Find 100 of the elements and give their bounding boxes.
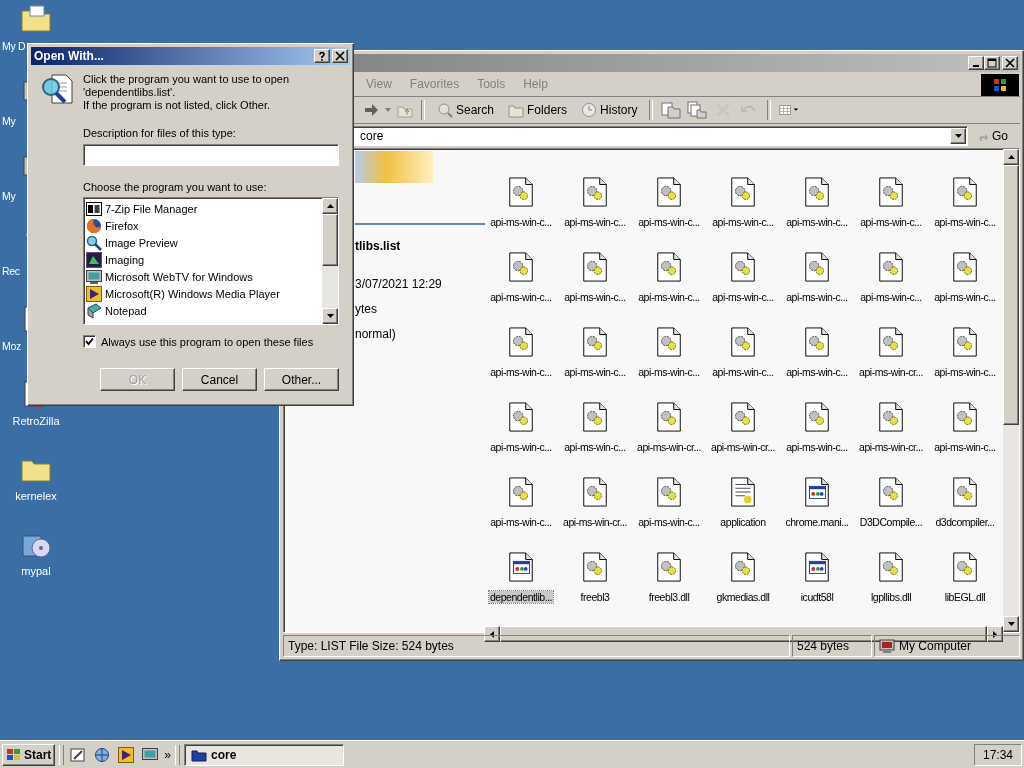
program-list-item[interactable]: Firefox bbox=[86, 217, 320, 234]
notepad-file-icon[interactable] bbox=[728, 476, 758, 508]
checkbox[interactable] bbox=[83, 335, 96, 348]
file-name-label[interactable]: api-ms-win-c... bbox=[637, 216, 701, 228]
file-name-label[interactable]: api-ms-win-c... bbox=[637, 366, 701, 378]
file-name-label[interactable]: chrome.mani... bbox=[784, 516, 850, 528]
gear-file-icon[interactable] bbox=[506, 401, 536, 433]
gear-file-icon[interactable] bbox=[950, 476, 980, 508]
gear-file-icon[interactable] bbox=[506, 251, 536, 283]
file-name-label[interactable]: api-ms-win-c... bbox=[563, 441, 627, 453]
desktop-icon-label[interactable]: Moz bbox=[0, 340, 21, 353]
file-name-label[interactable]: api-ms-win-cr... bbox=[710, 441, 776, 453]
toolbar-button[interactable]: Folders bbox=[504, 100, 572, 120]
gear-file-icon[interactable] bbox=[802, 401, 832, 433]
program-list-item[interactable]: Image Preview bbox=[86, 234, 320, 251]
file-name-label[interactable]: d3dcompiler... bbox=[934, 516, 996, 528]
go-button[interactable]: Go bbox=[972, 128, 1018, 144]
window-file-icon[interactable] bbox=[802, 551, 832, 583]
gear-file-icon[interactable] bbox=[950, 326, 980, 358]
minimize-button[interactable] bbox=[968, 56, 984, 70]
gear-file-icon[interactable] bbox=[728, 176, 758, 208]
file-name-label[interactable]: api-ms-win-cr... bbox=[858, 366, 924, 378]
file-name-label[interactable]: api-ms-win-c... bbox=[933, 291, 997, 303]
folder-icon[interactable] bbox=[20, 3, 52, 35]
file-name-label[interactable]: gkmedias.dll bbox=[715, 591, 771, 603]
program-list-item[interactable]: Microsoft WebTV for Windows bbox=[86, 268, 320, 285]
file-name-label[interactable]: lgpllibs.dll bbox=[869, 591, 913, 603]
dialog-button[interactable]: Other... bbox=[264, 368, 339, 391]
file-name-label[interactable]: api-ms-win-c... bbox=[785, 216, 849, 228]
desktop-icon-label[interactable]: My D bbox=[0, 40, 26, 53]
file-name-label[interactable]: api-ms-win-cr... bbox=[562, 516, 628, 528]
help-button[interactable] bbox=[314, 49, 330, 63]
gear-file-icon[interactable] bbox=[506, 476, 536, 508]
gear-file-icon[interactable] bbox=[654, 476, 684, 508]
dialog-button[interactable]: Cancel bbox=[182, 368, 257, 391]
gear-file-icon[interactable] bbox=[950, 551, 980, 583]
window-file-icon[interactable] bbox=[506, 551, 536, 583]
desktop-icon-label[interactable]: mypal bbox=[21, 565, 51, 578]
file-name-label[interactable]: api-ms-win-c... bbox=[637, 516, 701, 528]
file-name-label[interactable]: api-ms-win-c... bbox=[563, 366, 627, 378]
dropdown-caret-icon[interactable] bbox=[385, 108, 391, 112]
forward-arrow-icon[interactable] bbox=[363, 102, 379, 118]
gear-file-icon[interactable] bbox=[728, 551, 758, 583]
move-to-folder-icon[interactable] bbox=[661, 101, 682, 119]
file-name-label[interactable]: api-ms-win-c... bbox=[859, 291, 923, 303]
gear-file-icon[interactable] bbox=[506, 176, 536, 208]
description-field[interactable] bbox=[83, 144, 339, 166]
gear-file-icon[interactable] bbox=[654, 551, 684, 583]
window-file-icon[interactable] bbox=[802, 476, 832, 508]
file-name-label[interactable]: api-ms-win-c... bbox=[933, 216, 997, 228]
file-name-label[interactable]: api-ms-win-c... bbox=[489, 291, 553, 303]
gear-file-icon[interactable] bbox=[728, 251, 758, 283]
gear-file-icon[interactable] bbox=[580, 551, 610, 583]
scroll-thumb[interactable] bbox=[1003, 165, 1019, 425]
program-list-item[interactable]: Imaging bbox=[86, 251, 320, 268]
file-name-label[interactable]: api-ms-win-c... bbox=[711, 366, 775, 378]
gear-file-icon[interactable] bbox=[876, 401, 906, 433]
play-icon[interactable] bbox=[118, 746, 135, 763]
gear-file-icon[interactable] bbox=[950, 176, 980, 208]
file-name-label[interactable]: freebl3 bbox=[579, 591, 611, 603]
gear-file-icon[interactable] bbox=[876, 176, 906, 208]
up-arrow-icon[interactable] bbox=[326, 204, 334, 208]
file-name-label[interactable]: application bbox=[719, 516, 767, 528]
close-button[interactable] bbox=[332, 49, 348, 63]
file-name-label[interactable]: dependentlib... bbox=[488, 591, 554, 603]
left-arrow-icon[interactable] bbox=[490, 630, 494, 638]
file-name-label[interactable]: api-ms-win-c... bbox=[711, 291, 775, 303]
file-name-label[interactable]: libEGL.dll bbox=[943, 591, 987, 603]
gear-file-icon[interactable] bbox=[728, 401, 758, 433]
checkbox-label[interactable]: Always use this program to open these files bbox=[101, 335, 314, 348]
gear-file-icon[interactable] bbox=[950, 401, 980, 433]
gear-file-icon[interactable] bbox=[802, 326, 832, 358]
gear-file-icon[interactable] bbox=[728, 326, 758, 358]
down-arrow-icon[interactable] bbox=[1007, 622, 1015, 626]
copy-to-folder-icon[interactable] bbox=[687, 101, 708, 119]
gear-file-icon[interactable] bbox=[580, 251, 610, 283]
file-name-label[interactable]: api-ms-win-c... bbox=[563, 216, 627, 228]
toolbar-button[interactable]: Search bbox=[433, 100, 499, 120]
gear-file-icon[interactable] bbox=[580, 326, 610, 358]
desktop-icon-label[interactable]: My bbox=[0, 190, 16, 203]
program-list-item[interactable]: Notepad bbox=[86, 302, 320, 319]
gear-file-icon[interactable] bbox=[876, 326, 906, 358]
file-name-label[interactable]: api-ms-win-cr... bbox=[858, 441, 924, 453]
more-button[interactable]: » bbox=[164, 747, 172, 762]
right-arrow-icon[interactable] bbox=[993, 630, 997, 638]
desktop-icon-label[interactable]: Rec bbox=[0, 265, 20, 278]
toolbar-button[interactable]: History bbox=[577, 100, 642, 120]
gear-file-icon[interactable] bbox=[580, 401, 610, 433]
desktop-icon[interactable] bbox=[70, 746, 87, 763]
gear-file-icon[interactable] bbox=[580, 476, 610, 508]
gear-file-icon[interactable] bbox=[876, 251, 906, 283]
file-name-label[interactable]: api-ms-win-c... bbox=[711, 216, 775, 228]
gear-file-icon[interactable] bbox=[876, 551, 906, 583]
file-name-label[interactable]: api-ms-win-c... bbox=[489, 216, 553, 228]
gear-file-icon[interactable] bbox=[580, 176, 610, 208]
up-arrow-icon[interactable] bbox=[1007, 155, 1015, 159]
gear-file-icon[interactable] bbox=[802, 251, 832, 283]
monitor-icon[interactable] bbox=[142, 746, 159, 763]
gear-file-icon[interactable] bbox=[654, 401, 684, 433]
gear-file-icon[interactable] bbox=[506, 326, 536, 358]
